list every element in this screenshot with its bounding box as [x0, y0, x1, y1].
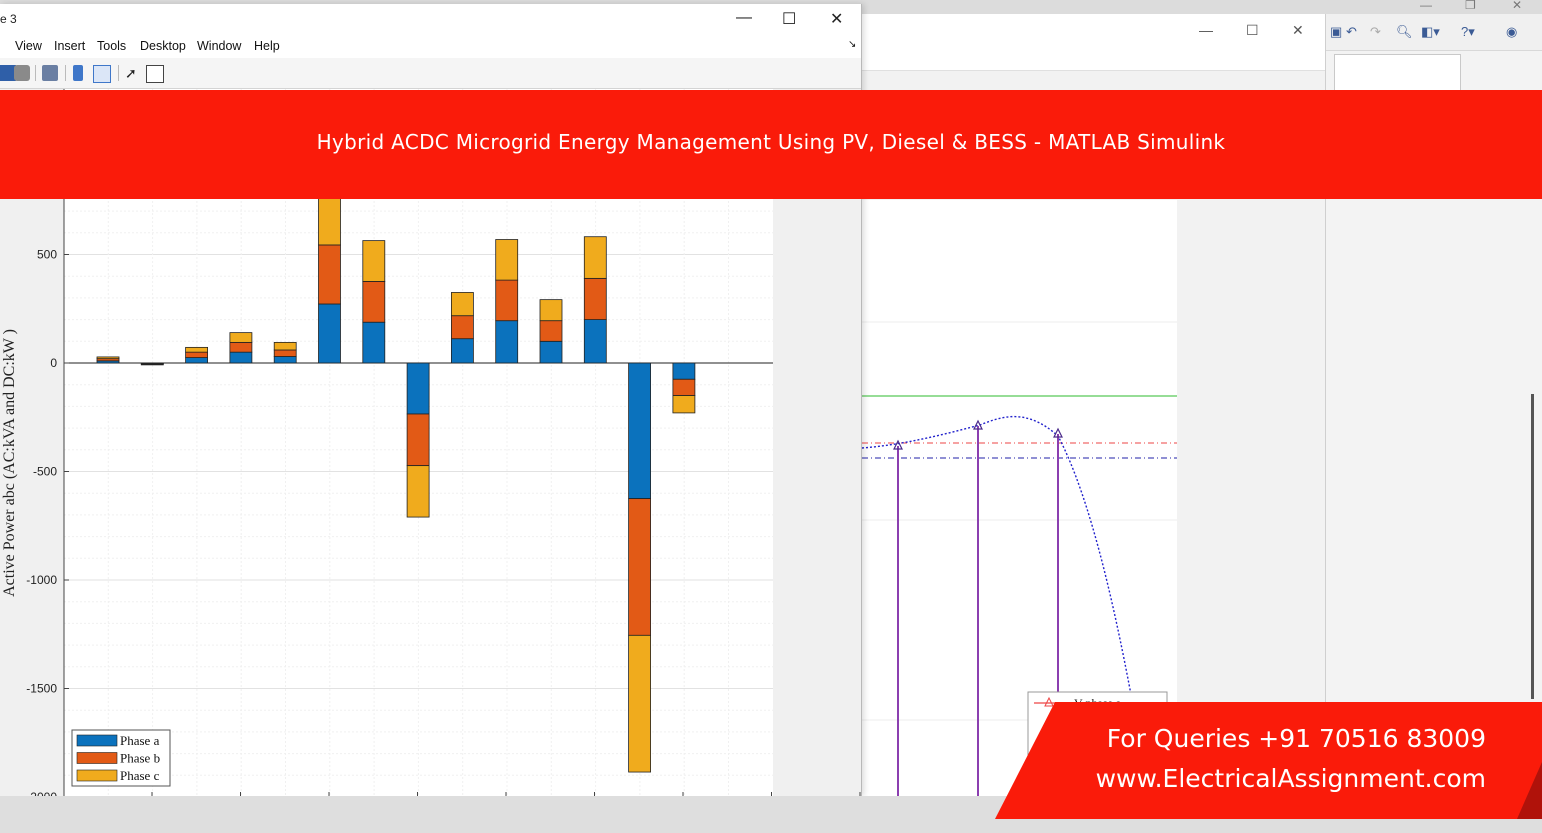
zoom-icon[interactable]: 🔍︎ [1396, 24, 1413, 40]
bar-segment-phase-b [628, 498, 651, 636]
menu-insert[interactable]: Insert [54, 39, 85, 53]
bar-segment-phase-c [628, 634, 651, 773]
bar-segment-phase-c [406, 465, 430, 518]
bar-segment-phase-a [362, 321, 386, 364]
help-icon[interactable]: ?▾ [1461, 24, 1475, 40]
menu-help[interactable]: Help [254, 39, 280, 53]
legend-swatch [76, 769, 118, 782]
bar-segment-phase-c [140, 362, 164, 365]
bar-segment-phase-c [539, 299, 563, 322]
record-icon[interactable]: ◉ [1506, 24, 1517, 40]
figure-close-icon[interactable]: ✕ [830, 9, 843, 29]
link-plot-icon[interactable] [42, 65, 58, 81]
toolbar-separator [118, 65, 119, 81]
menu-desktop[interactable]: Desktop [140, 39, 186, 53]
bar-segment-phase-c [672, 395, 696, 414]
bar-segment-phase-a [450, 338, 474, 364]
y-tick-label: -1500 [26, 682, 57, 696]
bar-segment-phase-b [185, 351, 209, 358]
figure-toolbar: ➚ [0, 58, 861, 89]
scope-titlebar: — ☐ ✕ [862, 14, 1325, 50]
bar-segment-phase-c [229, 332, 253, 343]
scope-maximize-icon[interactable]: ☐ [1246, 22, 1259, 39]
simulink-scrollbar[interactable] [1531, 394, 1534, 699]
bar-segment-phase-b [672, 378, 696, 396]
legend-label: Phase a [120, 733, 160, 748]
bar-segment-phase-b [450, 315, 474, 340]
bar-segment-phase-b [583, 277, 607, 320]
desktop-restore-icon[interactable]: ❐ [1465, 0, 1476, 12]
bar-segment-phase-c [96, 356, 120, 360]
simulink-toolbar: ▣ ↶ ↷ 🔍︎ ◧▾ ?▾ ◉ [1326, 14, 1542, 51]
property-inspector-icon[interactable] [146, 65, 164, 83]
bar-segment-phase-a [539, 340, 563, 364]
y-axis-label: Active Power abc (AC:kVA and DC:kW ) [1, 329, 18, 597]
bar-segment-phase-c [273, 341, 297, 351]
y-tick-label: -500 [33, 465, 57, 479]
figure-titlebar: e 3 — ☐ ✕ [0, 4, 861, 34]
save-icon[interactable]: ▣ [1330, 24, 1342, 40]
menu-view[interactable]: View [15, 39, 42, 53]
bar-segment-phase-c [185, 346, 209, 353]
toolbar-separator [35, 65, 36, 81]
y-tick-label: -1000 [26, 573, 57, 587]
bar-segment-phase-c [450, 292, 474, 317]
bar-segment-phase-c [583, 236, 607, 279]
bar-segment-phase-a [583, 319, 607, 364]
legend-icon[interactable] [93, 65, 111, 83]
bar-segment-phase-a [672, 362, 696, 380]
bar-segment-phase-b [495, 279, 519, 322]
desktop-close-icon[interactable]: ✕ [1512, 0, 1522, 12]
bar-segment-phase-a [495, 320, 519, 364]
colorbar-icon[interactable] [73, 65, 83, 81]
legend-swatch [76, 752, 118, 764]
promo-shape [995, 702, 1542, 819]
menu-dock-icon[interactable]: ↘ [848, 39, 856, 50]
legend-swatch [76, 734, 118, 747]
bar-segment-phase-a [628, 362, 651, 500]
menu-window[interactable]: Window [197, 39, 241, 53]
bar-segment-phase-b [318, 244, 341, 305]
legend-label: Phase b [120, 751, 160, 766]
promo-phone: For Queries +91 70516 83009 [1106, 724, 1486, 753]
bar-segment-phase-b [140, 363, 164, 366]
undo-icon[interactable]: ↶ [1346, 24, 1357, 40]
redo-icon[interactable]: ↷ [1370, 24, 1381, 40]
y-tick-label: 500 [37, 248, 57, 262]
bar-segment-phase-c [495, 239, 519, 281]
bar-segment-phase-c [362, 240, 386, 282]
menu-tools[interactable]: Tools [97, 39, 126, 53]
bar-segment-phase-a [273, 356, 297, 364]
scope-minimize-icon[interactable]: — [1199, 22, 1213, 38]
bar-segment-phase-b [362, 281, 386, 323]
scope-close-icon[interactable]: ✕ [1292, 22, 1304, 39]
desktop-minimize-icon[interactable]: — [1420, 0, 1432, 12]
bar-segment-phase-a [406, 362, 430, 415]
bar-segment-phase-a [185, 357, 209, 364]
print-icon[interactable] [14, 65, 30, 81]
title-banner: Hybrid ACDC Microgrid Energy Management … [0, 90, 1542, 199]
bar-segment-phase-b [229, 341, 253, 353]
promo-ribbon: For Queries +91 70516 83009 www.Electric… [995, 702, 1542, 819]
bar-segment-phase-b [406, 413, 430, 467]
y-tick-label: 0 [50, 356, 57, 370]
toolbar-separator [65, 65, 66, 81]
bar-segment-phase-b [539, 320, 563, 342]
legend-label: Phase c [120, 768, 160, 783]
bar-segment-phase-a [318, 303, 341, 364]
bar-segment-phase-b [273, 349, 297, 357]
figure-title: e 3 [0, 12, 17, 26]
fit-view-icon[interactable]: ◧▾ [1421, 24, 1440, 40]
banner-title: Hybrid ACDC Microgrid Energy Management … [316, 130, 1226, 154]
edit-plot-arrow-icon[interactable]: ➚ [125, 65, 141, 81]
figure-maximize-icon[interactable]: ☐ [782, 9, 796, 29]
scope-menubar [862, 50, 1325, 71]
figure-menubar: View Insert Tools Desktop Window Help ↘ [0, 34, 861, 58]
figure-minimize-icon[interactable]: — [736, 9, 752, 27]
scope-curve [862, 415, 1133, 701]
bar-segment-phase-a [229, 351, 253, 364]
promo-website[interactable]: www.ElectricalAssignment.com [1096, 764, 1486, 793]
